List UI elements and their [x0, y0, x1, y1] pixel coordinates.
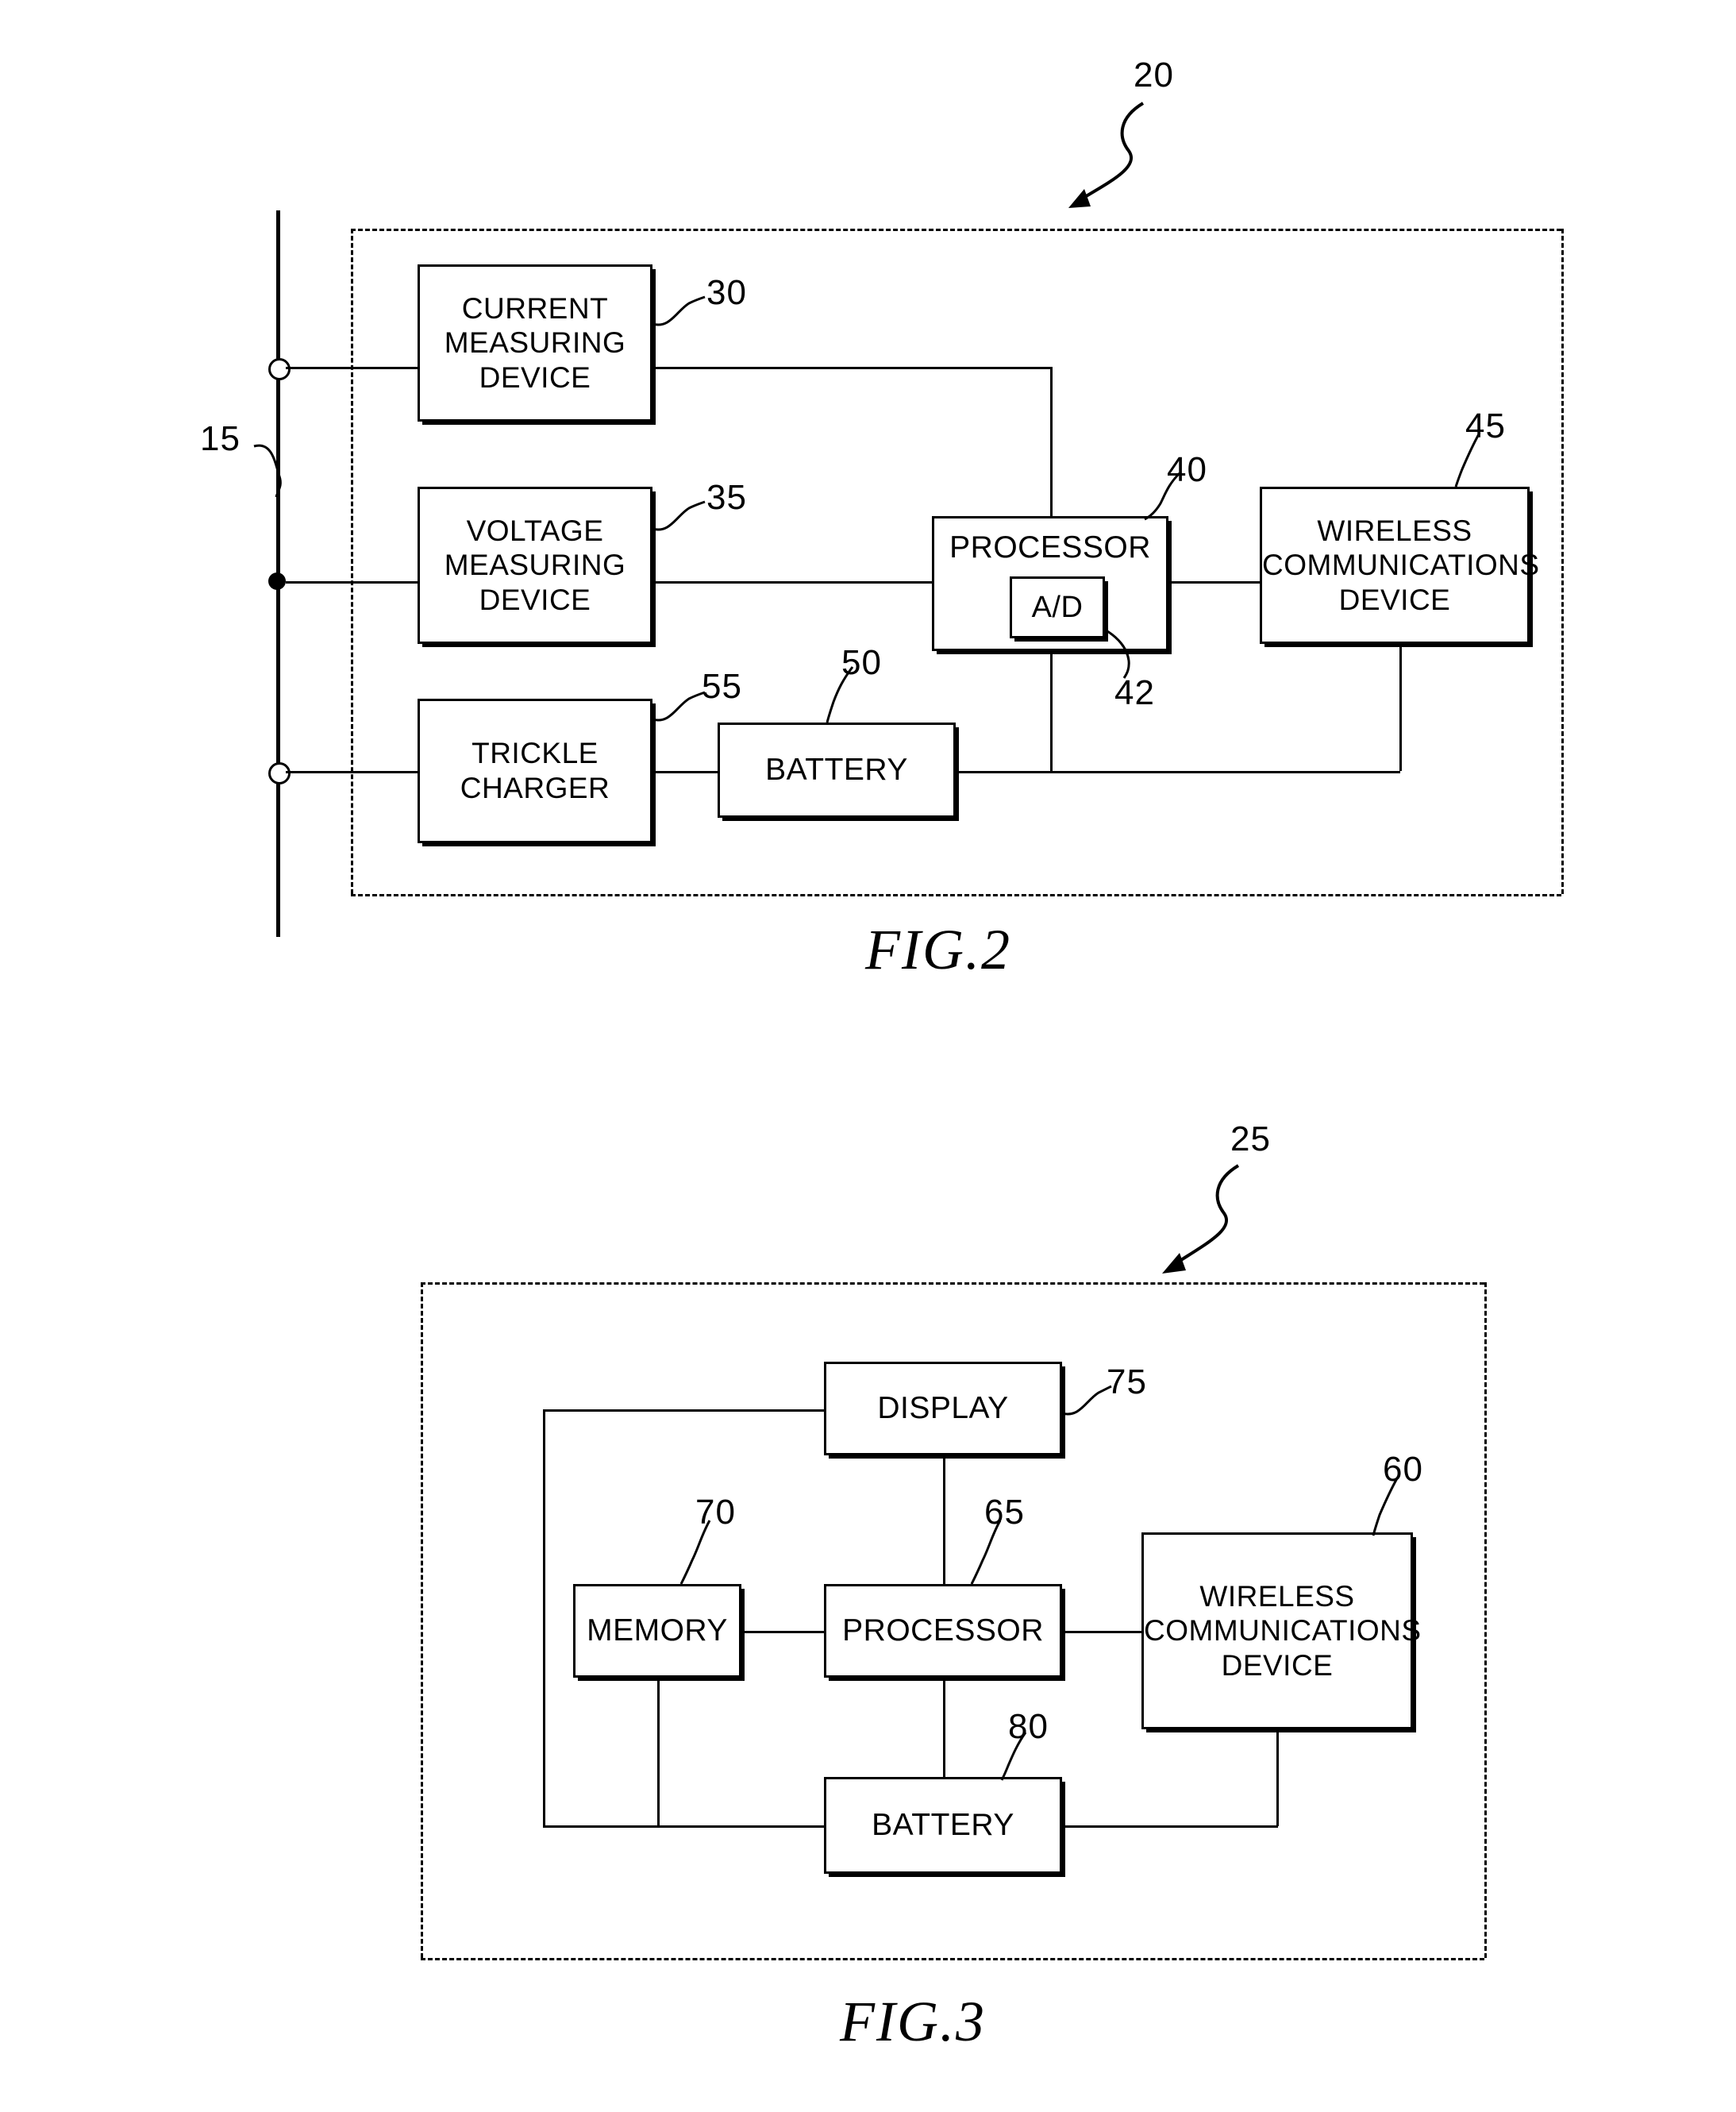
- block-ad-converter[interactable]: A/D: [1010, 576, 1105, 638]
- wire-current-measuring-device-down: [1050, 367, 1053, 516]
- fig2-enclosure-bottom: [351, 894, 1561, 896]
- block-label: PROCESSOR: [949, 530, 1151, 565]
- block-label-line-1: VOLTAGE: [466, 514, 604, 547]
- wire-battery-to-wireless-rail: [1062, 1825, 1278, 1828]
- block-label-line-3: DEVICE: [1338, 583, 1451, 616]
- wire-bus-to-trickle-charger: [286, 771, 418, 773]
- block-label-line-3: DEVICE: [479, 583, 591, 616]
- reference-numeral-25: 25: [1230, 1120, 1271, 1158]
- block-label: BATTERY: [872, 1807, 1014, 1842]
- fig2-enclosure-right: [1561, 229, 1564, 894]
- wire-current-measuring-device-right: [652, 367, 1053, 369]
- reference-numeral-20: 20: [1134, 56, 1174, 94]
- figure-2-caption: FIG.2: [865, 918, 1011, 981]
- block-battery[interactable]: BATTERY: [824, 1777, 1062, 1874]
- fig3-enclosure-right: [1484, 1282, 1487, 1958]
- block-voltage-measuring-device[interactable]: VOLTAGE MEASURING DEVICE: [418, 487, 652, 644]
- block-processor[interactable]: PROCESSOR: [824, 1584, 1062, 1678]
- fig2-enclosure-left: [351, 229, 353, 894]
- block-label-line-2: COMMUNICATIONS: [1262, 549, 1540, 582]
- block-label-line-3: DEVICE: [479, 360, 591, 394]
- wire-display-left: [543, 1409, 826, 1412]
- wire-memory-down: [657, 1678, 660, 1826]
- block-label: DISPLAY: [877, 1390, 1009, 1425]
- assembly-25-leader-arrow: [1162, 1164, 1240, 1274]
- block-wireless-communications-device[interactable]: WIRELESS COMMUNICATIONS DEVICE: [1141, 1532, 1422, 1729]
- block-wireless-communications-device[interactable]: WIRELESS COMMUNICATIONS DEVICE: [1260, 487, 1540, 644]
- wire-processor-to-wireless-communications-device: [1062, 1631, 1143, 1633]
- terminal-bottom: [268, 762, 291, 784]
- figure-3-caption: FIG.3: [840, 1990, 986, 2053]
- block-label-line-1: WIRELESS: [1317, 514, 1472, 547]
- block-trickle-charger[interactable]: TRICKLE CHARGER: [418, 699, 652, 843]
- ref-75-leader: [1061, 1385, 1112, 1416]
- block-current-measuring-device[interactable]: CURRENT MEASURING DEVICE: [418, 264, 652, 422]
- block-label: MEMORY: [587, 1613, 728, 1648]
- wire-memory-to-processor: [741, 1631, 826, 1633]
- ref-70-leader: [679, 1520, 711, 1585]
- block-label-line-1: CURRENT: [461, 291, 609, 325]
- block-label-line-3: DEVICE: [1221, 1648, 1334, 1682]
- terminal-top: [268, 358, 291, 380]
- wire-left-rail-to-battery: [543, 1825, 826, 1828]
- terminal-middle: [268, 572, 286, 590]
- wire-processor-to-battery: [943, 1678, 945, 1778]
- block-label: A/D: [1031, 590, 1084, 624]
- wire-bus-to-voltage-measuring-device: [286, 581, 418, 584]
- ref-50-leader: [826, 666, 854, 723]
- fig3-enclosure-left: [421, 1282, 423, 1958]
- wire-display-left-down: [543, 1409, 545, 1826]
- wire-battery-to-processor-bus: [956, 771, 1400, 773]
- block-label: BATTERY: [765, 752, 908, 787]
- ref-65-leader: [970, 1520, 1002, 1585]
- fig3-enclosure-bottom: [421, 1958, 1484, 1960]
- line-15-leader: [253, 444, 282, 498]
- block-label-line-1: WIRELESS: [1199, 1579, 1355, 1613]
- ref-45-leader: [1454, 432, 1481, 488]
- ref-40-leader: [1144, 472, 1181, 521]
- assembly-20-leader-arrow: [1068, 102, 1145, 208]
- ref-30-leader: [652, 295, 706, 326]
- block-label-line-2: MEASURING: [444, 326, 626, 360]
- block-label-line-2: COMMUNICATIONS: [1144, 1614, 1422, 1648]
- block-label-line-1: TRICKLE: [472, 737, 599, 770]
- block-label-line-2: MEASURING: [444, 549, 626, 582]
- ref-35-leader: [652, 500, 706, 531]
- ref-55-leader: [652, 691, 706, 722]
- ref-42-leader: [1103, 627, 1130, 679]
- wire-processor-to-wireless-communications-device: [1168, 581, 1261, 584]
- wire-voltage-measuring-device-to-processor: [652, 581, 933, 584]
- block-battery[interactable]: BATTERY: [718, 723, 956, 818]
- wire-wireless-communications-device-down: [1399, 644, 1402, 771]
- wire-trickle-charger-to-battery: [652, 771, 720, 773]
- block-label: PROCESSOR: [842, 1613, 1044, 1648]
- fig2-enclosure-top: [351, 229, 1561, 231]
- fig3-enclosure-top: [421, 1282, 1484, 1285]
- block-display[interactable]: DISPLAY: [824, 1362, 1062, 1455]
- block-label-line-2: CHARGER: [460, 772, 610, 804]
- wire-wireless-communications-device-down: [1276, 1729, 1279, 1826]
- reference-numeral-15: 15: [200, 419, 241, 458]
- ref-60-leader: [1372, 1478, 1399, 1536]
- wire-bus-to-current-measuring-device: [286, 367, 418, 369]
- wire-display-to-processor: [943, 1455, 945, 1585]
- block-memory[interactable]: MEMORY: [573, 1584, 741, 1678]
- ref-80-leader: [1000, 1732, 1027, 1781]
- wire-processor-down-to-power-bus: [1050, 651, 1053, 771]
